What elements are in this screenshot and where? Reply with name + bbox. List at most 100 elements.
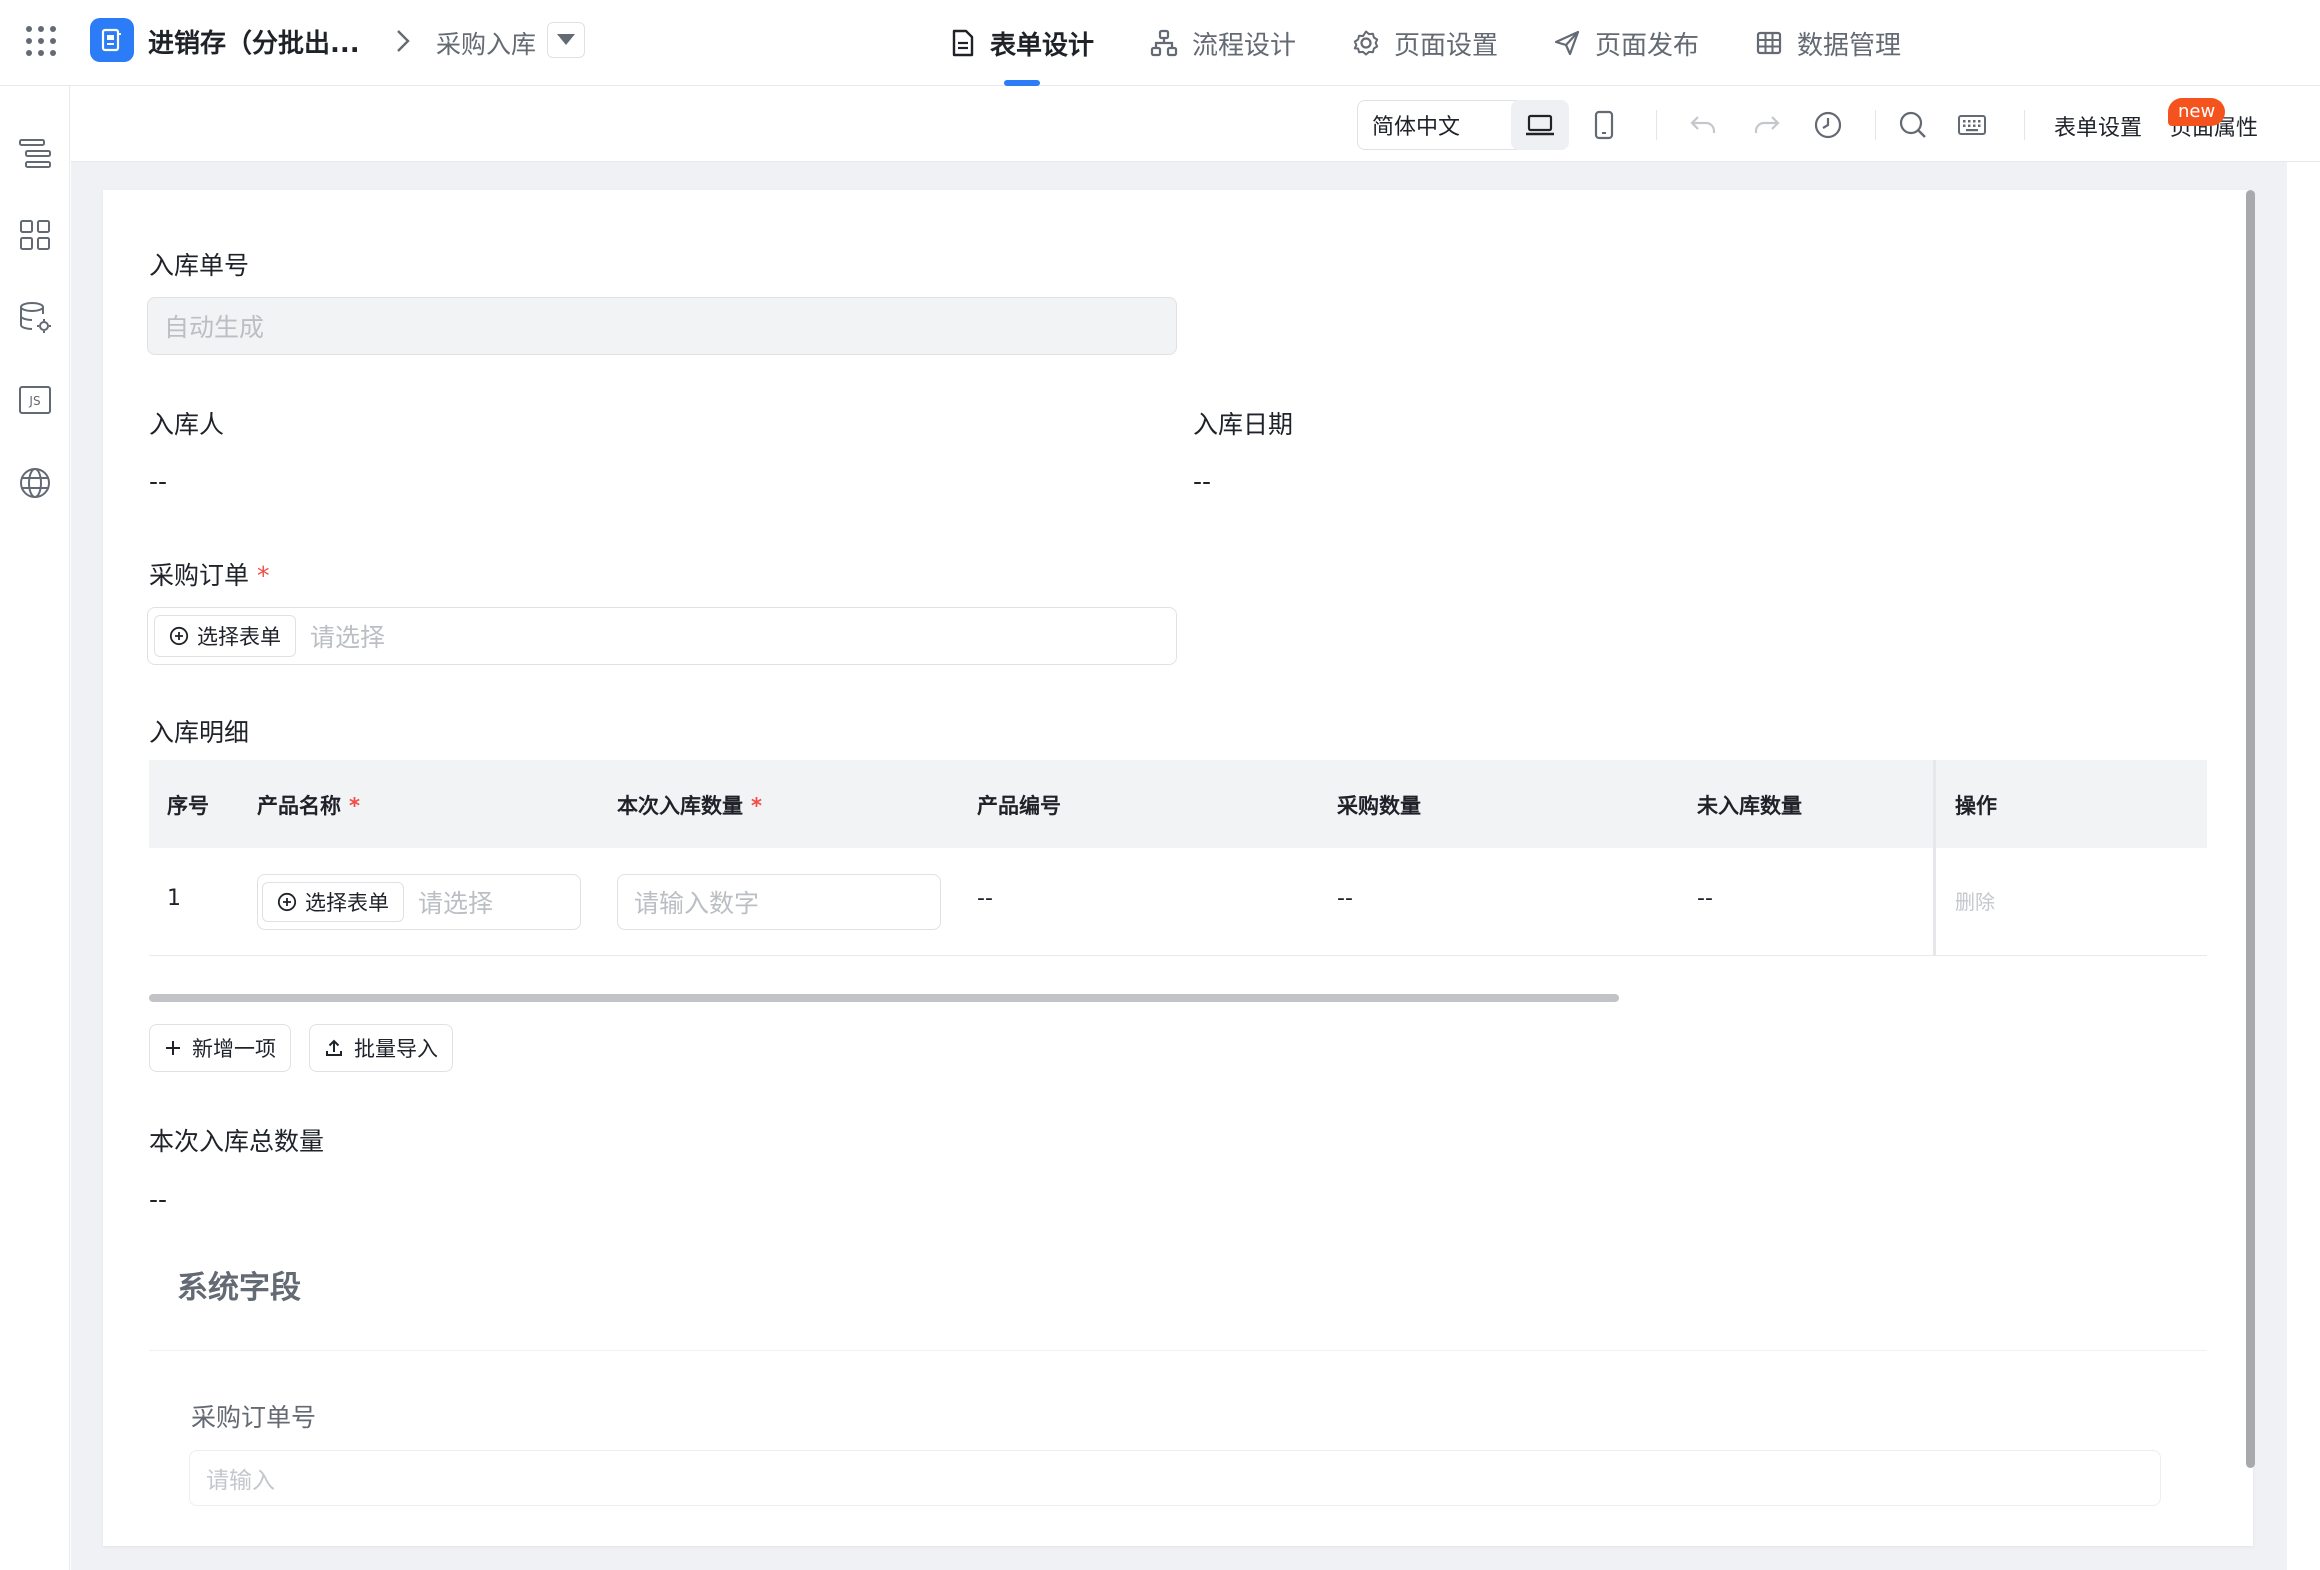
purchase-order-placeholder: 请选择 <box>310 623 386 652</box>
plus-icon <box>166 1041 180 1055</box>
inbound-no-field[interactable]: 自动生成 <box>147 297 1177 355</box>
column-header: 产品编号 <box>977 794 1061 818</box>
svg-text:JS: JS <box>28 394 40 408</box>
form-settings-link[interactable]: 表单设置 <box>2054 110 2142 142</box>
pending-qty-value: -- <box>1697 886 1713 911</box>
tab-flow-design[interactable]: 流程设计 <box>1150 0 1296 86</box>
design-canvas: 入库单号 自动生成 入库人 -- 入库日期 -- 采购订单 * 选择表单 请选择 … <box>71 162 2287 1570</box>
search-icon <box>1899 111 1926 138</box>
send-icon <box>1554 30 1580 56</box>
table-horizontal-scrollbar[interactable] <box>149 994 1619 1002</box>
left-rail: JS <box>0 86 70 1570</box>
gear-icon <box>1353 30 1379 56</box>
row-index: 1 <box>167 886 181 911</box>
app-logo[interactable] <box>90 18 134 62</box>
toolbar-divider <box>1875 110 1876 140</box>
select-form-button[interactable]: 选择表单 <box>154 615 296 657</box>
column-header-text: 产品名称 <box>257 794 341 818</box>
app-name[interactable]: 进销存（分批出... <box>148 23 360 60</box>
toolbar-divider <box>2024 110 2025 140</box>
inbound-qty-placeholder: 请输入数字 <box>634 889 760 918</box>
redo-button[interactable] <box>1737 100 1795 150</box>
po-no-label: 采购订单号 <box>191 1403 317 1432</box>
tab-page-settings[interactable]: 页面设置 <box>1352 0 1498 86</box>
po-no-placeholder: 请输入 <box>206 1468 275 1494</box>
datasource-icon <box>20 302 51 333</box>
inbound-date-value: -- <box>1193 467 1212 496</box>
select-form-label: 选择表单 <box>197 625 281 649</box>
toolbar-divider <box>1656 110 1657 140</box>
upload-icon <box>326 1039 342 1056</box>
product-code-value: -- <box>977 886 993 911</box>
document-icon <box>952 29 974 57</box>
po-no-field[interactable]: 请输入 <box>189 1450 2161 1506</box>
chevron-right-icon <box>397 30 410 52</box>
inbound-qty-field[interactable]: 请输入数字 <box>617 874 941 930</box>
product-name-field[interactable]: 选择表单 请选择 <box>257 874 581 930</box>
section-divider <box>149 1350 2207 1351</box>
undo-button[interactable] <box>1675 100 1733 150</box>
js-icon: JS <box>19 386 51 414</box>
purchase-qty-value: -- <box>1337 886 1353 911</box>
tab-page-publish[interactable]: 页面发布 <box>1553 0 1699 86</box>
language-value: 简体中文 <box>1372 115 1461 140</box>
table-row: 1 选择表单 请选择 请输入数字 -- -- -- 删除 <box>149 848 2207 956</box>
history-button[interactable] <box>1799 100 1857 150</box>
column-header-text: 本次入库数量 <box>617 794 743 818</box>
required-mark: * <box>349 794 360 818</box>
fixed-column-divider <box>1933 760 1936 956</box>
rail-i18n-button[interactable] <box>8 456 62 510</box>
page-switch-dropdown[interactable] <box>547 22 585 58</box>
tab-data-management[interactable]: 数据管理 <box>1755 0 1901 86</box>
plus-circle-icon <box>169 626 189 646</box>
product-name-placeholder: 请选择 <box>418 889 494 918</box>
caret-down-icon <box>557 34 575 45</box>
add-row-button[interactable]: 新增一项 <box>149 1024 291 1072</box>
tab-label: 数据管理 <box>1797 30 1902 61</box>
total-qty-label: 本次入库总数量 <box>149 1127 325 1156</box>
purchase-order-label: 采购订单 * <box>149 556 270 592</box>
inbound-date-label: 入库日期 <box>1193 410 1294 439</box>
shortcut-button[interactable] <box>1943 100 2001 150</box>
tab-label: 页面设置 <box>1394 30 1499 61</box>
batch-import-button[interactable]: 批量导入 <box>309 1024 453 1072</box>
tab-label: 表单设计 <box>990 30 1095 61</box>
delete-row-button[interactable]: 删除 <box>1955 886 1995 915</box>
table-header: 序号 产品名称 * 本次入库数量 * 产品编号 采购数量 未入库数量 操作 <box>149 760 2207 848</box>
laptop-icon <box>1526 114 1554 136</box>
keyboard-icon <box>1958 115 1986 135</box>
app-grid-icon[interactable] <box>24 24 58 58</box>
required-mark: * <box>257 561 270 590</box>
rail-components-button[interactable] <box>8 208 62 262</box>
outline-icon <box>19 139 51 168</box>
purchase-order-field[interactable]: 选择表单 请选择 <box>147 607 1177 665</box>
select-form-button[interactable]: 选择表单 <box>262 882 404 922</box>
inbound-no-placeholder: 自动生成 <box>164 313 265 342</box>
system-fields-title: 系统字段 <box>177 1270 301 1306</box>
batch-import-label: 批量导入 <box>354 1037 438 1061</box>
breadcrumb-page[interactable]: 采购入库 <box>436 25 536 61</box>
rail-datasource-button[interactable] <box>8 291 62 345</box>
rail-outline-button[interactable] <box>8 126 62 180</box>
inbound-no-label: 入库单号 <box>149 251 250 280</box>
app-logo-icon <box>101 28 121 52</box>
plus-circle-icon <box>277 892 297 912</box>
column-header: 采购数量 <box>1337 794 1421 818</box>
rail-js-button[interactable]: JS <box>8 373 62 427</box>
search-button[interactable] <box>1884 100 1942 150</box>
tab-form-design[interactable]: 表单设计 <box>950 0 1094 86</box>
undo-icon <box>1690 116 1716 133</box>
required-mark: * <box>751 794 762 818</box>
components-icon <box>20 220 50 250</box>
column-header: 操作 <box>1955 794 1997 818</box>
total-qty-value: -- <box>149 1185 168 1214</box>
mobile-view-button[interactable] <box>1575 100 1633 150</box>
detail-label: 入库明细 <box>149 718 250 747</box>
canvas-vertical-scrollbar[interactable] <box>2246 190 2255 1468</box>
add-row-label: 新增一项 <box>192 1037 276 1061</box>
mobile-icon <box>1594 110 1614 140</box>
pc-view-button[interactable] <box>1511 100 1569 150</box>
redo-icon <box>1754 116 1780 133</box>
column-header: 产品名称 * <box>257 790 360 820</box>
inbound-person-value: -- <box>149 467 168 496</box>
